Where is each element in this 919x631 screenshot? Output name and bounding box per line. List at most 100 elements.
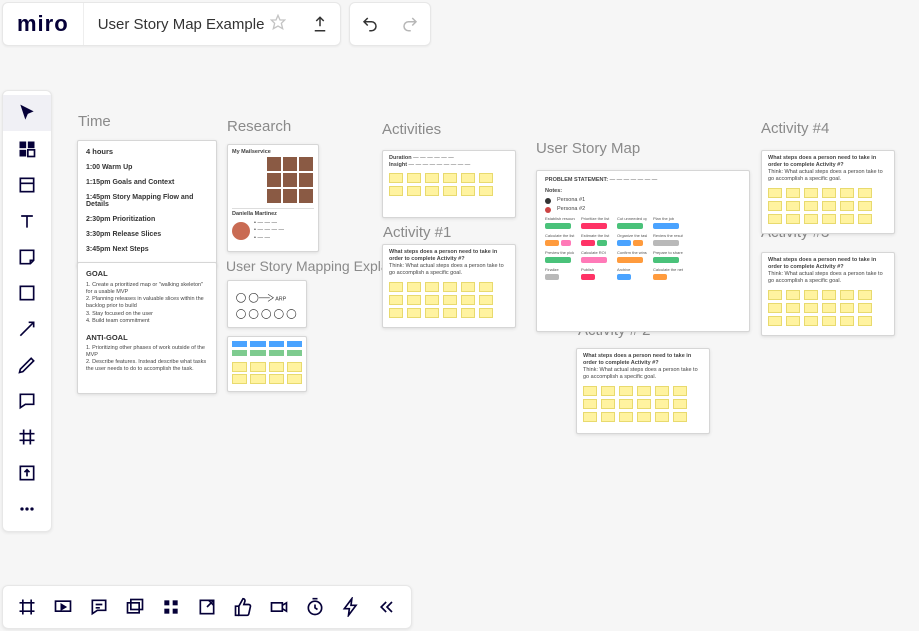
time-row-4: 3:30pm Release Slices xyxy=(86,231,208,238)
goal-heading: GOAL xyxy=(86,269,208,278)
frame-tool[interactable] xyxy=(3,167,51,203)
persona-dot-icon xyxy=(545,207,551,213)
templates-tool[interactable] xyxy=(3,131,51,167)
usm-cell: Calculate the list xyxy=(545,234,575,238)
section-time-label: Time xyxy=(78,113,111,130)
bolt-button[interactable] xyxy=(333,587,369,627)
research-title: My Mailservice xyxy=(232,149,314,156)
act2-stickies xyxy=(583,386,703,422)
voting-button[interactable] xyxy=(225,587,261,627)
time-duration: 4 hours xyxy=(86,147,208,156)
act3-stickies xyxy=(768,290,888,326)
frame-activity3[interactable]: What steps does a person need to take in… xyxy=(761,252,895,336)
usm-cell: Review the result xyxy=(653,234,683,238)
section-activities-label: Activities xyxy=(382,121,441,138)
frame-usm[interactable]: PROBLEM STATEMENT: — — — — — — — Notes: … xyxy=(536,170,750,332)
act2-think: Think: What actual steps does a person t… xyxy=(583,367,703,381)
thumb-icon xyxy=(283,189,297,203)
time-row-5: 3:45pm Next Steps xyxy=(86,246,208,253)
text-tool[interactable] xyxy=(3,203,51,239)
frame-activity2[interactable]: What steps does a person need to take in… xyxy=(576,348,710,434)
share-embed-button[interactable] xyxy=(189,587,225,627)
cards-button[interactable] xyxy=(117,587,153,627)
undo-button[interactable] xyxy=(350,2,390,46)
shape-tool[interactable] xyxy=(3,275,51,311)
research-name: Daniella Martinez xyxy=(232,211,314,218)
comment-tool[interactable] xyxy=(3,383,51,419)
act1-stickies xyxy=(389,282,509,318)
star-icon[interactable] xyxy=(270,14,286,34)
act2-line: What steps does a person need to take in… xyxy=(583,353,703,367)
more-tool[interactable] xyxy=(3,491,51,527)
apps-button[interactable] xyxy=(153,587,189,627)
frame-activities[interactable]: Duration — — — — — — Insight — — — — — —… xyxy=(382,150,516,218)
time-row-1: 1:15pm Goals and Context xyxy=(86,179,208,186)
video-button[interactable] xyxy=(261,587,297,627)
usm-cell: Plan the job xyxy=(653,217,683,221)
usm-cell: Confirm the wins xyxy=(617,251,647,255)
comments-panel-button[interactable] xyxy=(81,587,117,627)
frame-research-persona[interactable]: My Mailservice Daniella Martinez • — — —… xyxy=(227,144,319,252)
thumb-icon xyxy=(267,157,281,171)
pen-tool[interactable] xyxy=(3,347,51,383)
section-activity4-label: Activity #4 xyxy=(761,120,829,137)
logo[interactable]: miro xyxy=(3,11,83,37)
usm-cell: Archive xyxy=(617,268,647,272)
section-usm-label: User Story Map xyxy=(536,140,640,157)
time-row-0: 1:00 Warm Up xyxy=(86,164,208,171)
usm-cell: Estimate the list xyxy=(581,234,611,238)
goal-2: 2. Planning releases in valuable slices … xyxy=(86,296,208,310)
thumb-icon xyxy=(267,189,281,203)
act3-think: Think: What actual steps does a person t… xyxy=(768,271,888,285)
connector-tool[interactable] xyxy=(3,311,51,347)
select-tool[interactable] xyxy=(3,95,51,131)
antigoal-1: 1. Prioritizing other phases of work out… xyxy=(86,345,208,359)
thumb-icon xyxy=(299,189,313,203)
topbar: miro User Story Map Example xyxy=(0,0,437,48)
thumb-icon xyxy=(283,173,297,187)
usm-cell: Cut unneeded options xyxy=(617,217,647,221)
grid-tool[interactable] xyxy=(3,419,51,455)
avatar-icon xyxy=(232,222,250,240)
usm-notes: Notes: xyxy=(545,188,562,194)
redo-button[interactable] xyxy=(390,2,430,46)
frame-activity1[interactable]: What steps does a person need to take in… xyxy=(382,244,516,328)
section-usm-explained-label: User Story Mapping Expla xyxy=(226,258,389,274)
usm-cell: Preview the pick xyxy=(545,251,575,255)
usm-cell: Finalize xyxy=(545,268,575,272)
goal-3: 3. Stay focused on the user xyxy=(86,311,208,318)
antigoal-2: 2. Describe features. Instead describe w… xyxy=(86,359,208,373)
usm-cell: Establish resources xyxy=(545,217,575,221)
frame-usm-mini[interactable] xyxy=(227,336,307,392)
left-toolbar xyxy=(2,90,52,532)
frame-goal[interactable]: GOAL 1. Create a prioritized map or "wal… xyxy=(77,262,217,394)
act1-line: What steps does a person need to take in… xyxy=(389,249,509,263)
frames-panel-button[interactable] xyxy=(9,587,45,627)
frame-usm-diagram[interactable]: ARP xyxy=(227,280,307,328)
collapse-button[interactable] xyxy=(369,587,405,627)
board-title[interactable]: User Story Map Example xyxy=(83,3,301,45)
arrow-label: ARP xyxy=(275,297,286,303)
upload-tool[interactable] xyxy=(3,455,51,491)
export-button[interactable] xyxy=(300,2,340,46)
usm-cell: Prepare to share xyxy=(653,251,683,255)
act3-line: What steps does a person need to take in… xyxy=(768,257,888,271)
frame-time[interactable]: 4 hours 1:00 Warm Up 1:15pm Goals and Co… xyxy=(77,140,217,268)
frame-activity4[interactable]: What steps does a person need to take in… xyxy=(761,150,895,234)
present-button[interactable] xyxy=(45,587,81,627)
usm-cell: Calculate the net xyxy=(653,268,683,272)
usm-persona-a: Persona #1 xyxy=(557,197,585,204)
topbar-main: miro User Story Map Example xyxy=(2,2,341,46)
section-research-label: Research xyxy=(227,118,291,135)
goal-4: 4. Build team commitment xyxy=(86,318,208,325)
section-activity1-label: Activity #1 xyxy=(383,224,451,241)
act-h2: Insight xyxy=(389,162,407,168)
act4-line: What steps does a person need to take in… xyxy=(768,155,888,169)
canvas[interactable]: Time Research Activities User Story Map … xyxy=(0,0,919,631)
usm-cell: Calculate ROI xyxy=(581,251,611,255)
usm-cell: Publish xyxy=(581,268,611,272)
act-h1: Duration xyxy=(389,155,412,161)
timer-button[interactable] xyxy=(297,587,333,627)
sticky-tool[interactable] xyxy=(3,239,51,275)
thumb-icon xyxy=(267,173,281,187)
